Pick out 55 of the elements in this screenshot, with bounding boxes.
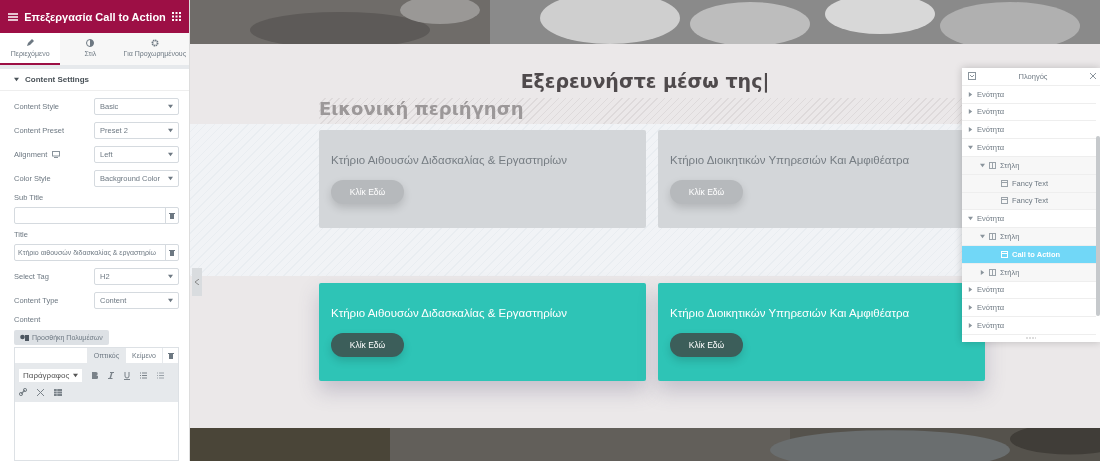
underline-icon[interactable] <box>124 371 131 380</box>
trash-icon[interactable] <box>169 212 175 219</box>
collapse-icon[interactable] <box>968 72 976 81</box>
settings-icon <box>150 39 159 47</box>
column-icon <box>989 268 996 276</box>
numbered-list-icon[interactable] <box>157 372 165 379</box>
trash-icon[interactable] <box>167 352 174 359</box>
caret-right-icon[interactable] <box>968 323 973 329</box>
text-field[interactable] <box>14 207 179 224</box>
monitor-icon[interactable] <box>52 150 61 158</box>
click-here-button[interactable]: Κλίκ Εδώ <box>670 333 743 357</box>
heading: Εξερευνήστε μέσω της| <box>520 70 770 92</box>
italic-icon[interactable] <box>108 372 115 379</box>
caret-down-icon[interactable] <box>168 127 173 133</box>
caret-down-icon[interactable] <box>168 151 173 157</box>
caret-down-icon[interactable] <box>168 297 173 303</box>
widget-icon <box>1001 250 1008 258</box>
column-icon <box>989 233 996 241</box>
media-icon <box>20 334 29 341</box>
card-title: Κτήριο Διοικητικών Υπηρεσιών Και Αμφιθέατρα <box>670 307 910 319</box>
card-title: Κτήριο Αιθουσών Διδασκαλίας & Εργαστηρίων <box>331 307 568 319</box>
bulleted-list-icon[interactable] <box>140 372 148 379</box>
column-icon <box>989 161 996 169</box>
section-header[interactable]: Content Settings <box>0 69 189 91</box>
bold-icon[interactable] <box>92 372 99 379</box>
contrast-icon <box>86 39 95 47</box>
fullscreen-icon[interactable] <box>37 388 44 396</box>
format-select[interactable]: Παράγραφος <box>19 369 83 382</box>
card-title: Κτήριο Διοικητικών Υπηρεσιών Και Αμφιθέατρα <box>670 154 910 166</box>
caret-right-icon[interactable] <box>980 269 985 275</box>
click-here-button[interactable]: Κλίκ Εδώ <box>331 333 404 357</box>
panel-title: Επεξεργασία Call to Action <box>24 10 166 23</box>
caret-down-icon[interactable] <box>168 103 173 109</box>
caret-right-icon[interactable] <box>968 91 973 97</box>
caret-right-icon[interactable] <box>968 127 973 133</box>
trash-icon[interactable] <box>169 249 175 256</box>
link-icon[interactable] <box>19 388 27 396</box>
widget-icon <box>1001 197 1008 205</box>
widget-icon <box>1001 179 1008 187</box>
scrollbar[interactable] <box>1096 135 1100 316</box>
caret-right-icon[interactable] <box>968 109 973 115</box>
caret-down-icon[interactable] <box>168 273 173 279</box>
menu-icon[interactable] <box>8 12 18 21</box>
caret-right-icon[interactable] <box>968 287 973 293</box>
collapse-handle[interactable] <box>192 268 202 296</box>
close-icon[interactable] <box>1090 73 1096 80</box>
card-title: Κτήριο Αιθουσών Διδασκαλίας & Εργαστηρίων <box>331 154 568 166</box>
grid-icon[interactable] <box>172 12 181 21</box>
caret-down-icon[interactable] <box>73 373 79 378</box>
caret-down-icon[interactable] <box>14 77 19 82</box>
table-icon[interactable] <box>54 388 62 396</box>
caret-right-icon[interactable] <box>968 305 973 311</box>
resize-handle-icon[interactable] <box>1026 337 1036 340</box>
caret-down-icon[interactable] <box>168 175 173 181</box>
pencil-icon <box>26 39 35 47</box>
